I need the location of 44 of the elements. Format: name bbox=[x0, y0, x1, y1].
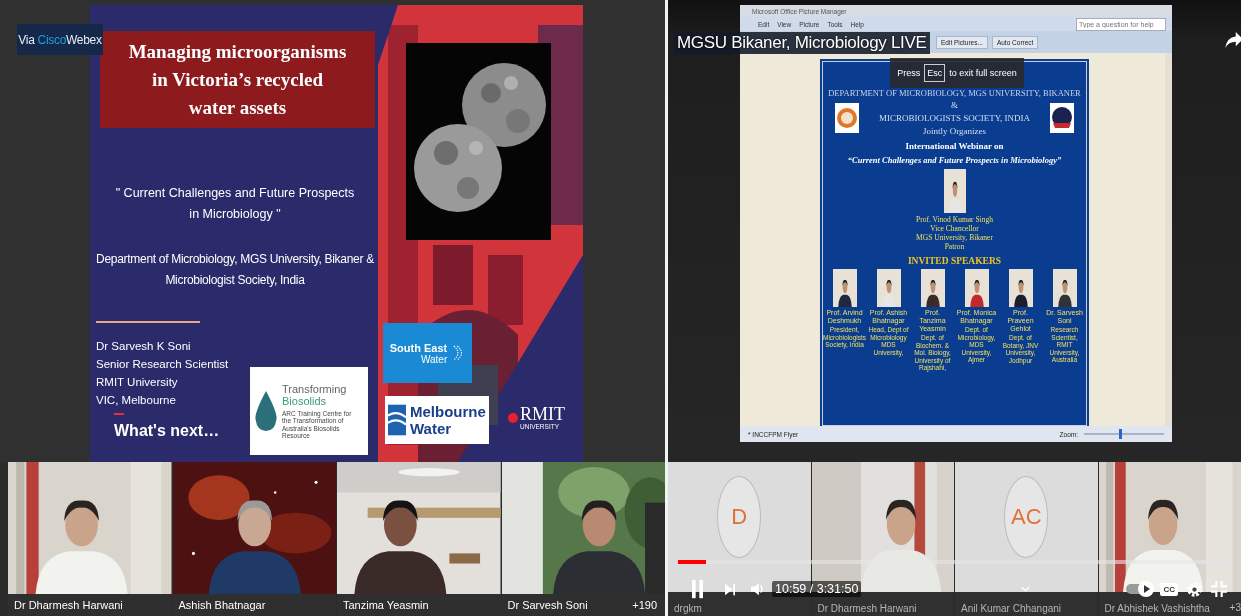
flyer-text: Jointly Organizes bbox=[922, 124, 987, 138]
exit-fullscreen-icon[interactable] bbox=[1211, 581, 1227, 597]
avatar: D bbox=[717, 476, 762, 558]
logo-text: Transforming bbox=[282, 382, 348, 395]
hint-text: Press bbox=[897, 68, 921, 78]
presenter-line: Dr Sarvesh K Soni bbox=[96, 339, 192, 354]
presenter-line: Senior Research Scientist bbox=[96, 357, 229, 372]
stream-title: MGSU Bikaner, Microbiology LIVE bbox=[674, 32, 930, 54]
slide-text: What's next… bbox=[114, 422, 220, 440]
participant-name: Dr Dharmesh Harwani bbox=[817, 603, 917, 614]
time-display: 10:59 / 3:31:50 bbox=[772, 581, 862, 597]
presenter-line: RMIT University bbox=[96, 375, 179, 390]
share-icon[interactable] bbox=[1225, 32, 1241, 48]
volume-icon[interactable] bbox=[751, 582, 765, 596]
participant-name: Tanzima Yeasmin bbox=[343, 599, 429, 611]
key-cap: Esc bbox=[924, 64, 946, 82]
flyer-heading: INVITED SPEAKERS bbox=[907, 256, 1002, 266]
presenter-line: VIC, Melbourne bbox=[96, 393, 177, 408]
flyer-text: DEPARTMENT OF MICROBIOLOGY, MGS UNIVERSITY, BIKANER bbox=[828, 88, 1081, 98]
participant-count: +190 bbox=[632, 599, 657, 611]
participant-name: Dr Sarvesh Soni bbox=[507, 599, 588, 611]
participant-name: Ashish Bhatnagar bbox=[178, 599, 266, 611]
hint-text: to exit full screen bbox=[949, 68, 1017, 78]
participant-name: Dr Abhishek Vashishtha bbox=[1104, 603, 1210, 614]
slide-text: Department of Microbiology, MGS University, Bikaner & Microbiologist Society, India bbox=[95, 251, 375, 289]
next-icon[interactable] bbox=[725, 582, 735, 596]
participant-name: Anil Kumar Chhangani bbox=[961, 603, 1062, 614]
participant-name: drgkm bbox=[674, 603, 702, 614]
pause-icon[interactable] bbox=[692, 579, 703, 599]
logo-text: Biosolids bbox=[282, 394, 327, 407]
scrollbar[interactable] bbox=[1165, 53, 1172, 426]
flyer-text: MICROBIOLOGISTS SOCIETY, INDIA bbox=[878, 111, 1031, 125]
avatar: AC bbox=[1004, 476, 1049, 558]
flyer-heading: International Webinar on bbox=[905, 141, 1004, 151]
slider-thumb[interactable] bbox=[1119, 429, 1122, 439]
drop-icon bbox=[254, 391, 278, 431]
slide-subtitle: " Current Challenges and Future Prospects in Microbiology " bbox=[114, 185, 356, 223]
flyer-heading: “Current Challenges and Future Prospects in Microbiology” bbox=[847, 155, 1062, 165]
participant-name: Dr Dharmesh Harwani bbox=[14, 599, 123, 611]
participant-count: +3 bbox=[1229, 602, 1241, 613]
autoplay-toggle[interactable] bbox=[1126, 584, 1153, 594]
flyer-text: & bbox=[951, 98, 958, 112]
badge-text: Via CiscoWebex bbox=[18, 32, 102, 47]
settings-icon[interactable] bbox=[1186, 580, 1203, 598]
